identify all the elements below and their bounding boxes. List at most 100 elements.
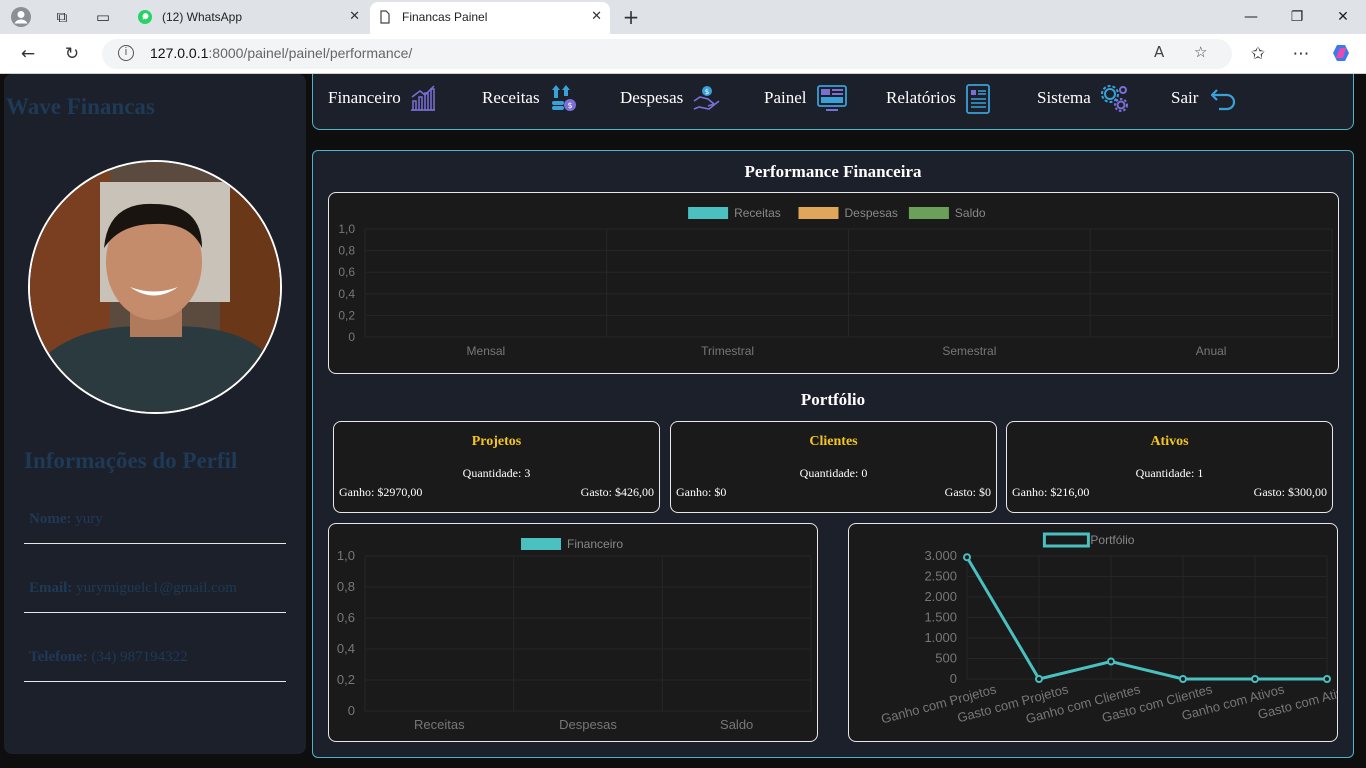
x-tick-label: Mensal	[467, 344, 506, 358]
legend-label: Receitas	[734, 206, 781, 220]
legend-label: Despesas	[845, 206, 898, 220]
reload-icon[interactable]: ↻	[60, 42, 84, 66]
nav-sistema[interactable]: Sistema	[1037, 80, 1137, 118]
card-quantity: Quantidade: 1	[1135, 466, 1204, 480]
vertical-tabs-icon[interactable]: ▭	[92, 6, 114, 28]
copilot-icon[interactable]	[1330, 42, 1354, 66]
y-tick-label: 0,8	[338, 244, 355, 258]
y-tick-label: 0,2	[338, 308, 355, 322]
card-quantity: Quantidade: 3	[462, 466, 531, 480]
tab-title: Financas Painel	[402, 10, 488, 24]
y-tick-label: 3.000	[924, 548, 957, 563]
y-tick-label: 2.500	[924, 569, 957, 584]
y-tick-label: 0	[950, 671, 957, 686]
y-tick-label: 0,2	[337, 672, 355, 687]
avatar	[28, 160, 282, 414]
top-navigation: Financeiro Receitas $ Despesas $ Painel …	[312, 74, 1354, 130]
portfolio-card-clientes: Clientes Quantidade: 0 Ganho: $0 Gasto: …	[670, 421, 997, 513]
close-window-icon[interactable]: ✕	[1320, 0, 1366, 34]
nav-relatorios[interactable]: Relatórios	[886, 80, 1001, 118]
data-point	[1251, 675, 1259, 683]
workspaces-icon[interactable]: ⧉	[51, 6, 73, 28]
legend-swatch	[521, 538, 561, 550]
profile-title: Informações do Perfil	[24, 448, 238, 473]
chart-svg: Receitas Despesas Saldo 0 0,2 0,4 0,6 0,8 1,0 Men…	[338, 206, 1333, 358]
performance-title: Performance Financeira	[744, 162, 922, 181]
performance-chart: Receitas Despesas Saldo 0 0,2 0,4 0,6 0,8 1,0 Men…	[328, 192, 1339, 374]
bar-chart-icon	[411, 85, 435, 111]
data-point	[1035, 675, 1043, 683]
browser-tab-bar: ⧉ ▭ (12) WhatsApp ✕ Financas Painel ✕ + …	[0, 0, 1366, 34]
card-spent: Gasto: $300,00	[1253, 485, 1327, 499]
back-icon[interactable]: ←	[16, 42, 40, 66]
y-tick-label: 2.000	[924, 589, 957, 604]
page: Wave Financas Informações do Perfil Nome…	[0, 74, 1366, 768]
hand-money-icon: $	[693, 86, 720, 110]
card-quantity: Quantidade: 0	[799, 466, 868, 480]
legend-label: Portfólio	[1090, 533, 1134, 547]
card-gain: Ganho: $0	[676, 485, 727, 499]
page-icon	[380, 10, 390, 24]
portfolio-title: Portfólio	[800, 390, 866, 409]
read-aloud-icon[interactable]: A	[1154, 43, 1164, 61]
sidebar: Wave Financas Informações do Perfil Nome…	[4, 74, 306, 754]
series-line	[965, 556, 1327, 681]
financeiro-chart: Financeiro 0 0,2 0,4 0,6 0,8 1,0 Receitas Despes…	[328, 523, 818, 742]
profile-field-email: Email: yurymiguelc1@gmail.com	[24, 565, 286, 613]
y-tick-label: 0,8	[337, 579, 355, 594]
tab-whatsapp[interactable]: (12) WhatsApp ✕	[130, 2, 368, 34]
legend-swatch	[688, 207, 729, 219]
data-point	[1323, 675, 1331, 683]
profile-field-phone: Telefone: (34) 987194322	[24, 634, 286, 682]
menu-dots-icon[interactable]: ⋯	[1289, 42, 1313, 66]
chart-svg: Portfólio05001.0001.5002.0002.5003.000Ga…	[879, 532, 1337, 727]
nav-financeiro[interactable]: Financeiro	[328, 80, 443, 118]
close-tab-icon[interactable]: ✕	[349, 2, 360, 32]
y-tick-label: 1,0	[338, 222, 355, 236]
card-title: Ativos	[1150, 434, 1189, 449]
gears-icon	[1101, 85, 1128, 112]
x-tick-label: Despesas	[559, 717, 617, 732]
legend-swatch	[908, 207, 949, 219]
y-tick-label: 0	[348, 330, 355, 344]
y-tick-label: 0,6	[337, 610, 355, 625]
favorite-star-icon[interactable]: ☆	[1194, 43, 1207, 61]
profile-icon[interactable]	[10, 6, 32, 28]
url-field[interactable]: i 127.0.0.1:8000/painel/painel/performan…	[102, 39, 1232, 69]
y-tick-label: 500	[935, 651, 957, 666]
card-gain: Ganho: $216,00	[1012, 485, 1090, 499]
close-tab-icon[interactable]: ✕	[591, 2, 602, 32]
portfolio-chart: Portfólio 0 500 1.000 1.500 2.000 2.500 3.000 Ga…	[848, 523, 1338, 742]
nav-painel[interactable]: Painel	[764, 80, 854, 118]
site-info-icon[interactable]: i	[118, 45, 134, 61]
y-tick-label: 0,4	[337, 641, 355, 656]
x-tick-label: Semestral	[942, 344, 996, 358]
profile-field-name: Nome: yury	[24, 496, 286, 544]
data-point	[963, 553, 971, 562]
nav-sair[interactable]: Sair	[1171, 80, 1251, 118]
restore-icon[interactable]: ❐	[1274, 0, 1320, 34]
data-point	[1107, 657, 1115, 666]
chart-svg: Financeiro 0 0,2 0,4 0,6 0,8 1,0 Receitas Despes…	[337, 537, 812, 732]
y-tick-label: 1.500	[924, 610, 957, 625]
card-title: Projetos	[471, 434, 522, 449]
y-tick-label: 0,4	[338, 287, 355, 301]
card-gain: Ganho: $2970,00	[339, 485, 423, 499]
favorites-icon[interactable]: ✩	[1246, 42, 1270, 66]
svg-text:$: $	[567, 101, 572, 110]
x-tick-label: Receitas	[414, 717, 465, 732]
minimize-icon[interactable]: —	[1228, 0, 1274, 34]
y-tick-label: 1.000	[924, 630, 957, 645]
whatsapp-icon	[138, 10, 152, 24]
svg-text:$: $	[705, 88, 709, 96]
legend-label: Financeiro	[567, 537, 623, 551]
tab-financas-painel[interactable]: Financas Painel ✕	[370, 2, 610, 34]
nav-receitas[interactable]: Receitas $	[482, 80, 582, 118]
data-point	[1179, 675, 1187, 683]
portfolio-card-ativos: Ativos Quantidade: 1 Ganho: $216,00 Gast…	[1006, 421, 1333, 513]
x-tick-label: Anual	[1196, 344, 1227, 358]
nav-despesas[interactable]: Despesas $	[620, 80, 730, 118]
dashboard-icon	[817, 85, 847, 111]
new-tab-icon[interactable]: +	[620, 6, 642, 28]
address-bar: ← ↻ i 127.0.0.1:8000/painel/painel/perfo…	[0, 34, 1366, 74]
